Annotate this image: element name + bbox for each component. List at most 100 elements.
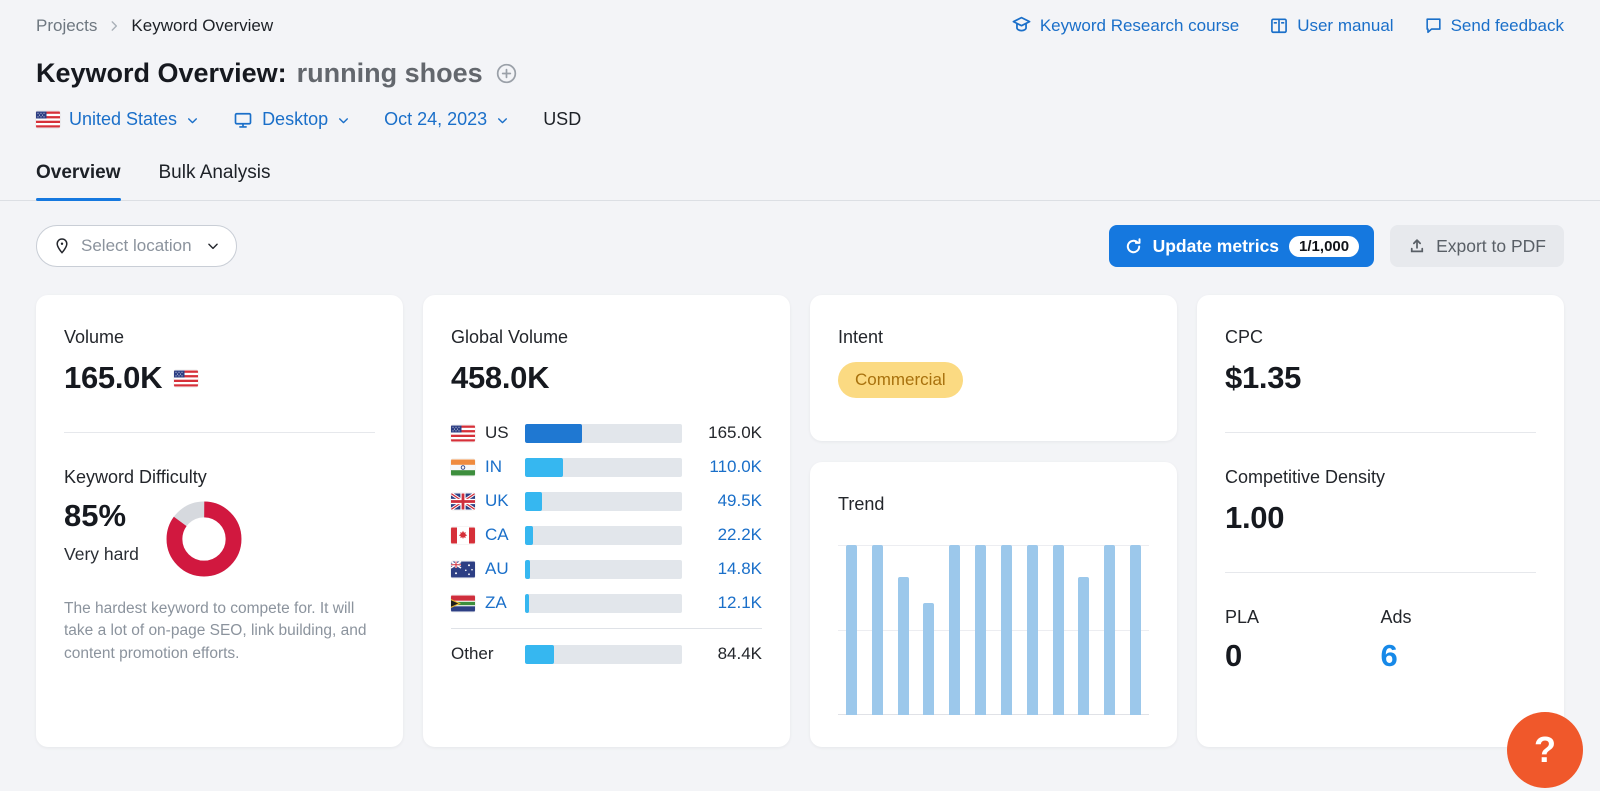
select-location-placeholder: Select location	[81, 236, 192, 255]
pla-value: 0	[1225, 638, 1243, 673]
help-button[interactable]: ?	[1507, 712, 1583, 788]
trend-bar	[1000, 545, 1012, 715]
pla-block: PLA 0	[1225, 607, 1381, 674]
page-title: Keyword Overview: running shoes	[36, 58, 1564, 89]
chevron-down-icon	[337, 114, 350, 127]
country-volume-value: 84.4K	[717, 644, 762, 663]
page-title-prefix: Keyword Overview:	[36, 58, 287, 88]
tab-bulk-analysis[interactable]: Bulk Analysis	[159, 162, 271, 200]
divider	[1225, 432, 1536, 433]
refresh-icon	[1124, 237, 1143, 256]
trend-bar	[1052, 545, 1064, 715]
book-icon	[1269, 16, 1289, 36]
global-volume-row: UK 49.5K	[451, 488, 762, 514]
in-flag-icon	[451, 459, 475, 476]
divider	[64, 432, 375, 433]
update-metrics-button[interactable]: Update metrics 1/1,000	[1108, 225, 1375, 267]
trend-bar	[871, 545, 883, 715]
ads-value[interactable]: 6	[1381, 638, 1537, 674]
pla-title: PLA	[1225, 607, 1260, 627]
country-volume-value: 165.0K	[708, 423, 762, 442]
device-filter-dropdown[interactable]: Desktop	[233, 109, 350, 130]
country-code: US	[485, 423, 509, 442]
top-bar: Projects Keyword Overview Keyword Resear…	[36, 0, 1564, 36]
volume-value: 165.0K	[64, 360, 163, 395]
metrics-cards: Volume 165.0K Keyword Difficulty 85% Ver…	[36, 295, 1564, 747]
breadcrumb: Projects Keyword Overview	[36, 16, 273, 36]
date-filter-dropdown[interactable]: Oct 24, 2023	[384, 109, 509, 130]
location-filter-dropdown[interactable]: United States	[36, 109, 199, 130]
filters-bar: United States Desktop Oct 24, 2023 USD	[36, 109, 1564, 130]
desktop-monitor-icon	[233, 110, 253, 130]
cpc-card: CPC $1.35 Competitive Density 1.00 PLA 0…	[1197, 295, 1564, 747]
trend-bar	[975, 545, 987, 715]
competitive-density-title: Competitive Density	[1225, 467, 1386, 487]
competitive-density-value: 1.00	[1225, 500, 1285, 535]
chevron-down-icon	[206, 239, 220, 253]
send-feedback-link[interactable]: Send feedback	[1424, 16, 1564, 36]
country-code[interactable]: IN	[485, 457, 525, 477]
select-location-dropdown[interactable]: Select location	[36, 225, 237, 267]
country-volume-value: 22.2K	[717, 525, 762, 544]
country-volume-bar	[525, 525, 682, 545]
global-volume-row: ZA 12.1K	[451, 590, 762, 616]
keyword-difficulty-title: Keyword Difficulty	[64, 467, 207, 487]
volume-title: Volume	[64, 327, 125, 347]
country-code[interactable]: ZA	[485, 593, 525, 613]
cpc-value: $1.35	[1225, 360, 1302, 395]
export-to-pdf-button[interactable]: Export to PDF	[1390, 225, 1564, 267]
trend-bar	[897, 577, 909, 715]
country-code[interactable]: AU	[485, 559, 525, 579]
tab-bar: Overview Bulk Analysis	[0, 162, 1600, 201]
trend-bar	[1078, 577, 1090, 715]
country-volume-bar	[525, 457, 682, 477]
volume-difficulty-card: Volume 165.0K Keyword Difficulty 85% Ver…	[36, 295, 403, 747]
global-volume-row: US 165.0K	[451, 420, 762, 446]
trend-bars	[846, 545, 1141, 715]
country-volume-bar	[525, 423, 682, 443]
graduation-cap-icon	[1011, 15, 1032, 36]
trend-chart	[838, 545, 1149, 715]
intent-trend-column: Intent Commercial Trend	[810, 295, 1177, 747]
ads-title: Ads	[1380, 607, 1412, 627]
trend-bar	[923, 602, 935, 715]
ca-flag-icon	[451, 527, 475, 544]
trend-title: Trend	[838, 494, 885, 514]
country-code: Other	[451, 644, 494, 663]
location-pin-icon	[53, 237, 71, 255]
keyword-research-course-link[interactable]: Keyword Research course	[1011, 15, 1239, 36]
intent-badge: Commercial	[838, 362, 963, 398]
global-volume-rows: US 165.0K IN 110.0K UK 49.5K CA 22.2K AU 14.8K ZA 1…	[451, 420, 762, 667]
keyword-difficulty-percent: 85%	[64, 498, 127, 533]
ads-block: Ads 6	[1381, 607, 1537, 674]
chat-bubble-icon	[1424, 16, 1443, 35]
trend-bar	[1129, 545, 1141, 715]
breadcrumb-current: Keyword Overview	[131, 15, 274, 35]
country-code[interactable]: UK	[485, 491, 525, 511]
global-volume-card: Global Volume 458.0K US 165.0K IN 110.0K UK 4…	[423, 295, 790, 747]
add-keyword-icon[interactable]	[495, 62, 518, 85]
country-volume-value: 49.5K	[717, 491, 762, 510]
keyword-difficulty-donut	[166, 501, 242, 577]
au-flag-icon	[451, 560, 475, 578]
currency-label: USD	[543, 109, 582, 129]
divider	[451, 628, 762, 629]
us-flag-icon	[174, 370, 199, 387]
page-title-keyword: running shoes	[296, 58, 483, 88]
user-manual-link[interactable]: User manual	[1269, 16, 1394, 36]
global-volume-row: Other 84.4K	[451, 641, 762, 667]
breadcrumb-projects[interactable]: Projects	[36, 16, 97, 36]
country-code[interactable]: CA	[485, 525, 525, 545]
country-volume-value: 12.1K	[717, 593, 762, 612]
uk-flag-icon	[451, 492, 475, 510]
trend-bar	[846, 545, 857, 715]
us-flag-icon	[36, 111, 60, 128]
divider	[1225, 572, 1536, 573]
toolbar-right: Update metrics 1/1,000 Export to PDF	[1108, 225, 1564, 267]
global-volume-title: Global Volume	[451, 327, 569, 347]
trend-card: Trend	[810, 462, 1177, 747]
chevron-down-icon	[186, 114, 199, 127]
cpc-title: CPC	[1225, 327, 1264, 347]
us-flag-icon	[451, 425, 475, 442]
tab-overview[interactable]: Overview	[36, 162, 121, 201]
